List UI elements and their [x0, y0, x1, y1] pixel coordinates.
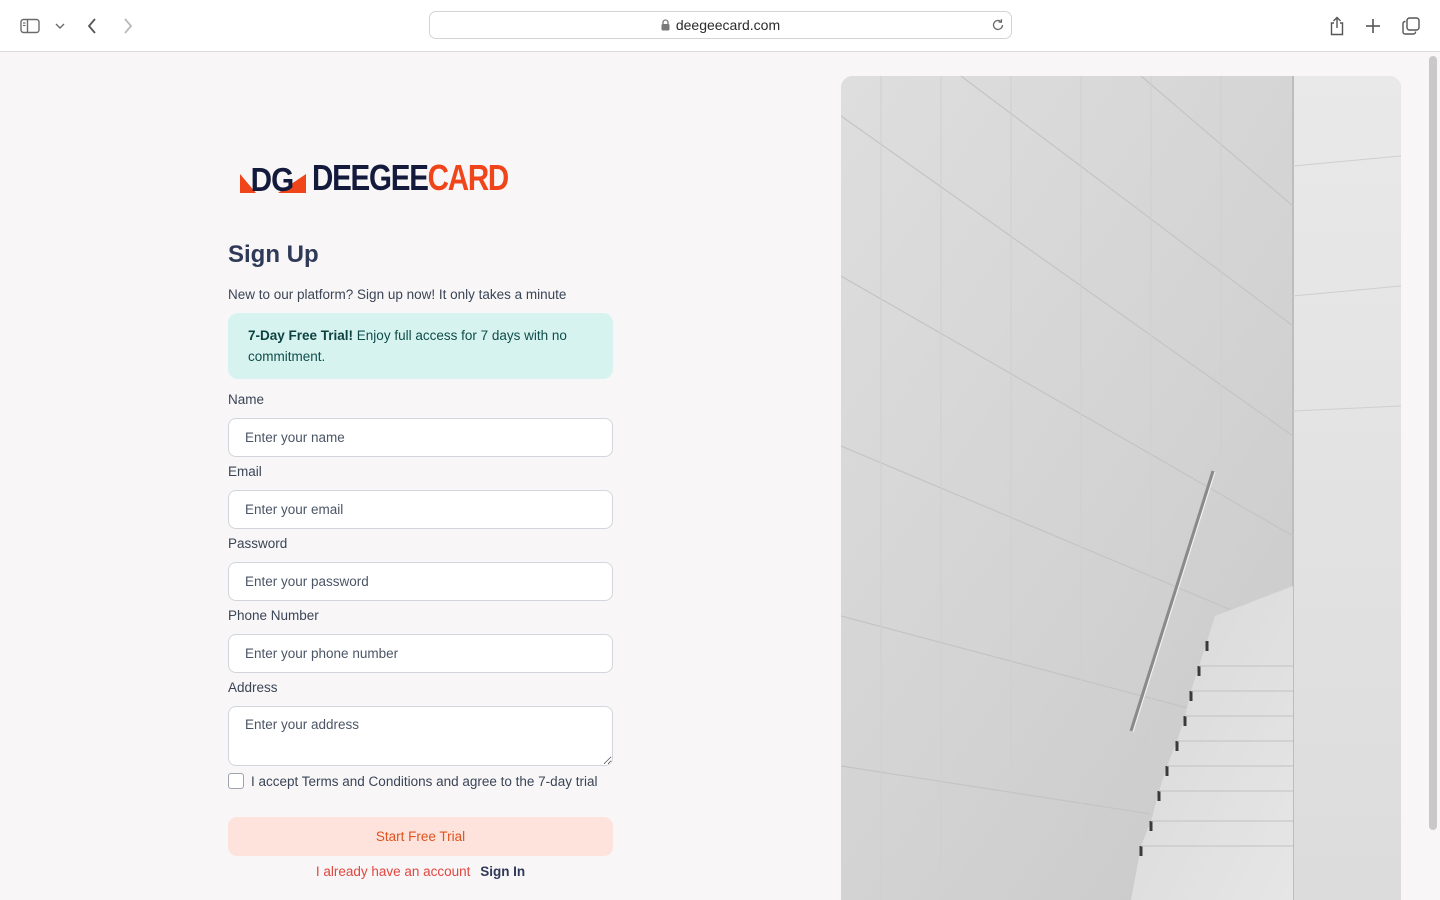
- address-bar[interactable]: deegeecard.com: [429, 11, 1012, 39]
- sidebar-icon[interactable]: [18, 14, 42, 38]
- page-title: Sign Up: [228, 241, 319, 268]
- logo-wordmark: DEEGEECARD: [312, 157, 510, 198]
- browser-toolbar: deegeecard.com: [0, 0, 1440, 52]
- trial-banner: 7-Day Free Trial! Enjoy full access for …: [228, 313, 613, 379]
- address-label: Address: [228, 680, 278, 695]
- lock-icon: [661, 19, 670, 31]
- plus-icon[interactable]: [1361, 14, 1385, 38]
- logo-word-orange: CARD: [427, 157, 510, 198]
- email-field[interactable]: [228, 490, 613, 529]
- phone-label: Phone Number: [228, 608, 319, 623]
- trial-banner-bold: 7-Day Free Trial!: [248, 328, 354, 343]
- phone-field[interactable]: [228, 634, 613, 673]
- address-field[interactable]: [228, 706, 613, 766]
- reload-icon[interactable]: [991, 18, 1005, 32]
- page-subtitle: New to our platform? Sign up now! It onl…: [228, 287, 567, 302]
- password-label: Password: [228, 536, 288, 551]
- name-label: Name: [228, 392, 265, 407]
- sign-in-link[interactable]: Sign In: [480, 864, 525, 879]
- start-free-trial-button[interactable]: Start Free Trial: [228, 817, 613, 856]
- logo-word-dark: DEEGEE: [312, 157, 429, 198]
- logo-mark-text: DG: [251, 162, 294, 196]
- chevron-left-icon[interactable]: [80, 14, 104, 38]
- terms-row[interactable]: I accept Terms and Conditions and agree …: [228, 773, 597, 789]
- email-label: Email: [228, 464, 262, 479]
- password-field[interactable]: [228, 562, 613, 601]
- brand-logo[interactable]: DG DEEGEECARD: [238, 157, 551, 198]
- hero-image: [841, 76, 1401, 900]
- scrollbar-thumb[interactable]: [1429, 56, 1437, 830]
- terms-checkbox[interactable]: [228, 773, 244, 789]
- chevron-down-icon[interactable]: [52, 14, 68, 38]
- chevron-right-icon[interactable]: [116, 14, 140, 38]
- share-icon[interactable]: [1325, 14, 1349, 38]
- have-account-text: I already have an account: [315, 864, 471, 879]
- name-field[interactable]: [228, 418, 613, 457]
- url-text: deegeecard.com: [675, 17, 781, 33]
- terms-label: I accept Terms and Conditions and agree …: [251, 773, 598, 789]
- tabs-overview-icon[interactable]: [1399, 14, 1423, 38]
- signin-row: I already have an account Sign In: [228, 864, 613, 879]
- logo-mark: DG: [238, 160, 306, 198]
